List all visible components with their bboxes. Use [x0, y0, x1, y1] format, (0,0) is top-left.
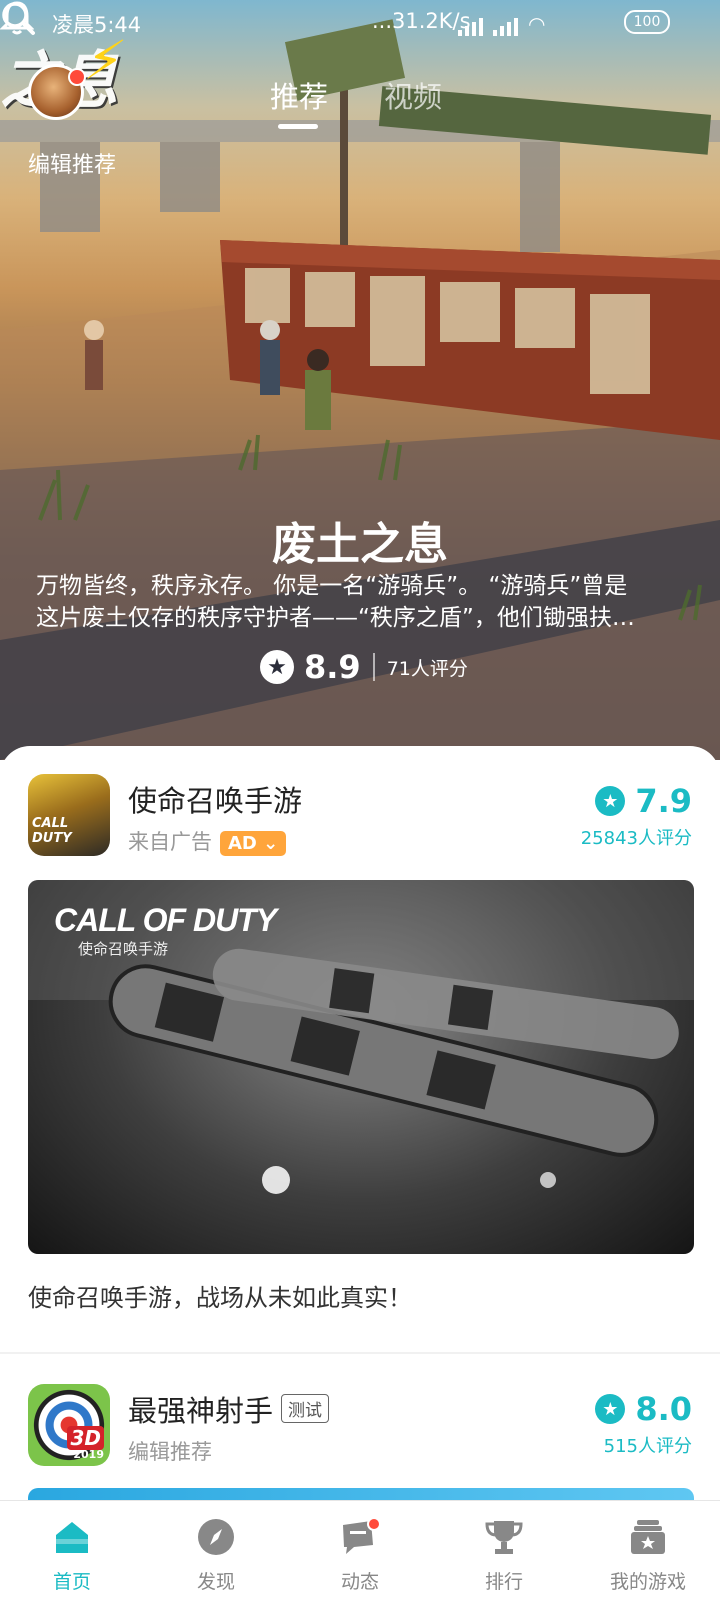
nav-my-games[interactable]: 我的游戏	[576, 1501, 720, 1601]
nav-label: 我的游戏	[609, 1571, 686, 1593]
game-source: 编辑推荐	[128, 1440, 212, 1464]
hero-desc-line: 这片废土仅存的秩序守护者——“秩序之盾”，他们锄强扶…	[36, 605, 635, 631]
game-box-icon	[631, 1520, 665, 1554]
game-score: 7.9	[635, 782, 692, 820]
game-source: 来自广告 AD ⌄	[128, 826, 287, 856]
nav-activity[interactable]: 动态	[288, 1501, 432, 1601]
battery-icon: 100	[624, 10, 670, 34]
game-rating-count: 25843人评分	[580, 828, 692, 849]
game-name[interactable]: 使命召唤手游	[128, 778, 302, 820]
test-badge: 测试	[281, 1394, 330, 1423]
game-icon-text: 3D	[67, 1426, 104, 1450]
tab-video[interactable]: 视频	[384, 74, 442, 116]
signal-bars-icon	[458, 18, 483, 36]
nav-label: 动态	[340, 1571, 379, 1593]
game-rating: ★ 8.0 515人评分	[595, 1390, 692, 1458]
hero-score: 8.9	[304, 648, 361, 686]
hero-banner[interactable]: 凌晨5:44 ...31.2K/s ◠ 100 之息 ⚡ 编辑推荐 推荐 视频 …	[0, 0, 720, 760]
banner-subtitle: 使命召唤手游	[78, 940, 169, 958]
hero-title: 废土之息	[272, 519, 448, 570]
game-rating-count: 515人评分	[603, 1436, 692, 1457]
home-icon	[56, 1522, 88, 1553]
nav-label: 排行	[484, 1571, 523, 1593]
active-tab-indicator	[278, 124, 318, 129]
star-icon: ★	[595, 786, 626, 816]
game-tagline[interactable]: 使命召唤手游，战场从未如此真实！	[28, 1278, 412, 1313]
game-banner-image[interactable]: CALL OF DUTY 使命召唤手游	[28, 880, 694, 1254]
game-source-text: 来自广告	[128, 830, 212, 854]
status-network-speed: ...31.2K/s	[372, 9, 471, 33]
game-name-text: 最强神射手	[128, 1394, 274, 1428]
game-score: 8.0	[635, 1390, 692, 1428]
tab-label: 推荐	[270, 80, 329, 114]
banner-logo: CALL OF DUTY	[54, 902, 277, 938]
compass-icon	[198, 1519, 234, 1555]
nav-discover[interactable]: 发现	[144, 1501, 288, 1601]
chat-icon	[343, 1517, 380, 1554]
top-tabs: 推荐 视频	[270, 74, 442, 129]
star-icon: ★	[595, 1394, 626, 1424]
bottom-nav: 首页 发现 动态 排行 我的游戏	[0, 1500, 720, 1601]
star-icon: ★	[260, 650, 294, 684]
hero-rating: ★ 8.9 71人评分	[260, 648, 468, 686]
divider	[0, 1352, 720, 1354]
ad-badge-label: AD	[228, 833, 257, 854]
ad-badge[interactable]: AD ⌄	[220, 831, 287, 856]
trophy-icon	[485, 1521, 523, 1554]
game-name[interactable]: 最强神射手 测试	[128, 1388, 330, 1430]
hero-description: 万物皆终，秩序永存。 你是一名“游骑兵”。 “游骑兵”曾是 这片废土仅存的秩序守…	[36, 570, 686, 634]
wifi-icon: ◠	[528, 12, 546, 36]
tab-recommend[interactable]: 推荐	[270, 74, 329, 129]
nav-home[interactable]: 首页	[0, 1501, 144, 1601]
signal-bars-icon	[493, 18, 518, 36]
game-icon-year: 2019	[73, 1448, 104, 1461]
nav-label: 发现	[196, 1571, 235, 1593]
game-icon-text: CALL DUTY	[32, 816, 72, 846]
signal-indicators: ◠	[458, 12, 545, 36]
game-rating: ★ 7.9 25843人评分	[581, 782, 692, 850]
nav-label: 首页	[52, 1571, 91, 1593]
hero-rating-count: 71人评分	[386, 657, 468, 680]
nav-ranking[interactable]: 排行	[432, 1501, 576, 1601]
search-icon[interactable]	[0, 0, 36, 36]
game-icon[interactable]: 3D 2019	[28, 1384, 110, 1466]
tab-label: 视频	[384, 80, 443, 114]
section-label: 编辑推荐	[28, 153, 117, 178]
notification-dot	[68, 68, 86, 86]
divider	[372, 653, 375, 681]
hero-desc-line: 万物皆终，秩序永存。 你是一名“游骑兵”。 “游骑兵”曾是	[36, 573, 628, 599]
game-icon[interactable]: CALL DUTY	[28, 774, 110, 856]
